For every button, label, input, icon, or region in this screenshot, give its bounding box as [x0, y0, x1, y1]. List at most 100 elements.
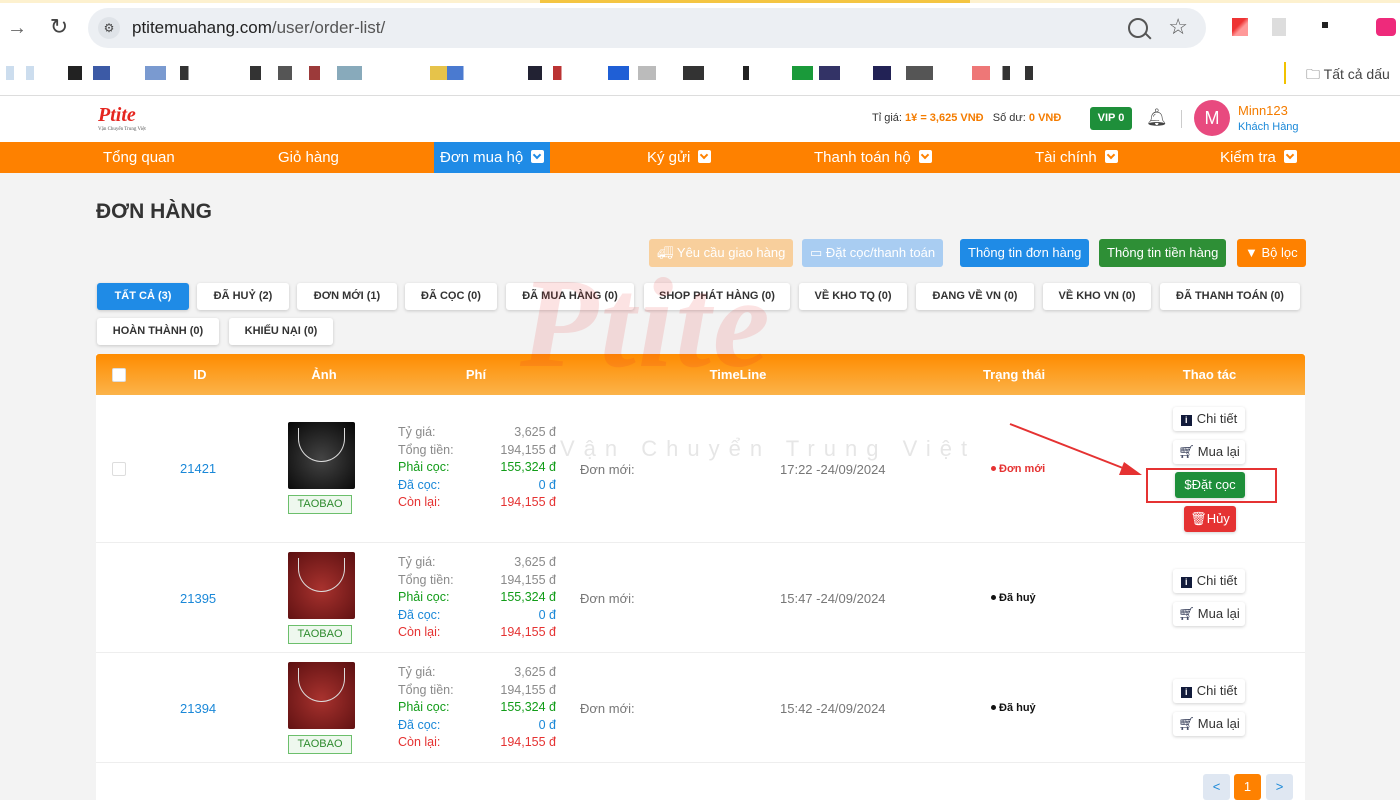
menu-item-finance[interactable]: Tài chính	[1035, 142, 1118, 173]
status-badge: Đã huỷ	[991, 702, 1036, 714]
annotation-arrow	[1009, 423, 1142, 475]
username[interactable]: Minn123	[1238, 103, 1288, 118]
column-header: ID	[193, 367, 207, 382]
chevron-down-icon	[698, 150, 712, 163]
table-row: 21394 TAOBAO Tỷ giá: 3,625 đ Tổng tiền: 19…	[96, 653, 1305, 763]
notification-bell-icon[interactable]: 🔔︎	[1146, 108, 1168, 128]
order-id-link[interactable]: 21395	[180, 591, 216, 606]
cart-icon: 🛒︎	[1178, 716, 1195, 731]
tab-shipping-vn[interactable]: ĐANG VỀ VN (0)	[916, 283, 1034, 310]
main-menu: Tổng quan Giỏ hàng Đơn mua hộ Ký gửi Tha…	[0, 142, 1400, 173]
detail-button[interactable]: i Chi tiết	[1173, 407, 1245, 431]
user-role: Khách Hàng	[1238, 121, 1299, 133]
site-logo[interactable]: Ptite Vận Chuyển Trung Việt	[98, 104, 146, 132]
all-bookmarks-button[interactable]: 🗀 Tất cả dấu	[1306, 64, 1390, 88]
browser-toolbar: → ↻ ⚙ ptitemuahang.com/user/order-list/ …	[0, 0, 1400, 56]
fee-details: Tỷ giá: 3,625 đ Tổng tiền: 194,155 đ Phải …	[398, 665, 556, 749]
watermark-logo: Ptite	[520, 252, 772, 394]
money-info-button[interactable]: Thông tin tiền hàng	[1099, 239, 1227, 267]
bookmark-item[interactable]	[6, 66, 46, 80]
detail-button[interactable]: i Chi tiết	[1173, 569, 1245, 593]
timeline-time: 15:42 -24/09/2024	[780, 701, 886, 716]
menu-item-payment[interactable]: Thanh toán hộ	[814, 142, 932, 173]
product-image[interactable]	[288, 662, 355, 729]
timeline-label: Đơn mới:	[580, 701, 635, 716]
product-image[interactable]	[288, 552, 355, 619]
tab-strip-edge	[0, 0, 1400, 3]
forward-arrow-icon[interactable]: →	[6, 16, 28, 40]
cart-icon: 🛒︎	[1178, 444, 1195, 459]
menu-item-overview[interactable]: Tổng quan	[103, 142, 175, 173]
tab-vn-warehouse[interactable]: VỀ KHO VN (0)	[1043, 283, 1151, 310]
pagination-prev[interactable]: <	[1203, 774, 1230, 800]
tab-tq-warehouse[interactable]: VỀ KHO TQ (0)	[799, 283, 907, 310]
timeline-time: 15:47 -24/09/2024	[780, 591, 886, 606]
card-icon: ▭	[810, 245, 823, 260]
filter-button[interactable]: ▼ Bộ lọc	[1237, 239, 1306, 267]
chevron-down-icon	[1283, 150, 1297, 163]
tab-complaint[interactable]: KHIẾU NẠI (0)	[229, 318, 333, 345]
fee-details: Tỷ giá: 3,625 đ Tổng tiền: 194,155 đ Phải …	[398, 425, 556, 509]
reload-icon[interactable]: ↻	[46, 14, 72, 40]
bookmark-item[interactable]	[792, 66, 942, 80]
menu-item-consignment[interactable]: Ký gửi	[647, 142, 712, 173]
extension-icon[interactable]	[1232, 18, 1248, 36]
page-title: ĐƠN HÀNG	[96, 200, 212, 223]
pagination-next[interactable]: >	[1266, 774, 1293, 800]
order-id-link[interactable]: 21394	[180, 701, 216, 716]
bookmark-item[interactable]	[250, 66, 390, 80]
column-header: Thao tác	[1182, 367, 1237, 382]
fee-details: Tỷ giá: 3,625 đ Tổng tiền: 194,155 đ Phải …	[398, 555, 556, 639]
chevron-down-icon	[531, 150, 545, 163]
extension-icon[interactable]	[1272, 18, 1286, 36]
bookmark-item[interactable]	[68, 66, 208, 80]
column-header: Ảnh	[311, 367, 337, 382]
address-bar[interactable]: ⚙ ptitemuahang.com/user/order-list/ ☆	[88, 8, 1206, 48]
rebuy-button[interactable]: 🛒︎ Mua lại	[1173, 602, 1245, 626]
filter-icon: ▼	[1245, 245, 1258, 260]
tab-paid[interactable]: ĐÃ THANH TOÁN (0)	[1160, 283, 1300, 310]
menu-item-check[interactable]: Kiểm tra	[1220, 142, 1297, 173]
tab-completed[interactable]: HOÀN THÀNH (0)	[97, 318, 219, 345]
exchange-rate-info: Tỉ giá: 1¥ = 3,625 VNĐ Số dư: 0 VNĐ	[872, 112, 1062, 124]
source-badge: TAOBAO	[288, 495, 352, 514]
source-badge: TAOBAO	[288, 625, 352, 644]
bookmark-item[interactable]	[430, 66, 570, 80]
table-row: 21395 TAOBAO Tỷ giá: 3,625 đ Tổng tiền: 19…	[96, 543, 1305, 653]
menu-item-orders[interactable]: Đơn mua hộ	[434, 142, 551, 173]
trash-icon: 🗑︎	[1190, 511, 1207, 526]
bookmark-item[interactable]	[972, 66, 1048, 80]
product-image[interactable]	[288, 422, 355, 489]
row-checkbox[interactable]	[112, 462, 126, 476]
rebuy-button[interactable]: 🛒︎ Mua lại	[1173, 440, 1245, 464]
pagination-current-page[interactable]: 1	[1234, 774, 1261, 800]
timeline-label: Đơn mới:	[580, 462, 635, 477]
bookmark-item[interactable]	[608, 66, 758, 80]
avatar[interactable]: M	[1194, 100, 1230, 136]
cancel-button[interactable]: 🗑︎Hủy	[1184, 506, 1236, 532]
status-badge: Đã huỷ	[991, 592, 1036, 604]
detail-button[interactable]: i Chi tiết	[1173, 679, 1245, 703]
info-icon: i	[1180, 687, 1192, 698]
menu-item-cart[interactable]: Giỏ hàng	[278, 142, 339, 173]
tab-all[interactable]: TẤT CẢ (3)	[97, 283, 189, 310]
tab-deposited[interactable]: ĐÃ CỌC (0)	[405, 283, 497, 310]
extension-icon[interactable]	[1322, 22, 1328, 28]
tab-new[interactable]: ĐƠN MỚI (1)	[297, 283, 397, 310]
folder-icon: 🗀	[1306, 66, 1320, 82]
zoom-icon[interactable]	[1128, 18, 1148, 38]
url-text: ptitemuahang.com/user/order-list/	[132, 18, 386, 37]
site-settings-icon[interactable]: ⚙	[98, 17, 120, 39]
select-all-checkbox[interactable]	[112, 368, 126, 382]
tab-cancelled[interactable]: ĐÃ HUỶ (2)	[197, 283, 289, 310]
column-header: Trạng thái	[982, 367, 1046, 382]
profile-icon[interactable]	[1376, 18, 1396, 36]
source-badge: TAOBAO	[288, 735, 352, 754]
bookmarks-separator	[1284, 62, 1286, 84]
rebuy-button[interactable]: 🛒︎ Mua lại	[1173, 712, 1245, 736]
deposit-payment-button[interactable]: ▭ Đặt cọc/thanh toán	[802, 239, 944, 267]
bookmark-star-icon[interactable]: ☆	[1168, 14, 1188, 40]
order-info-button[interactable]: Thông tin đơn hàng	[960, 239, 1090, 267]
bookmarks-bar: 🗀 Tất cả dấu	[0, 56, 1400, 96]
order-id-link[interactable]: 21421	[180, 461, 216, 476]
